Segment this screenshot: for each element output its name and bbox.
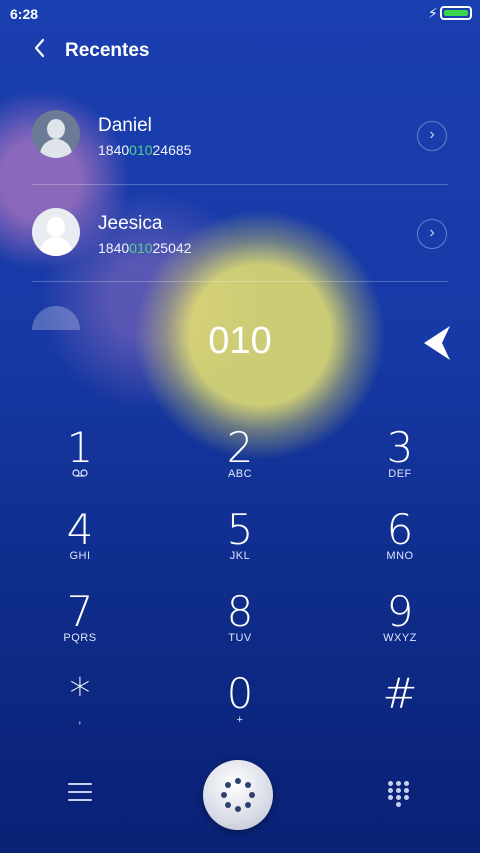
header: Recentes [0, 32, 480, 72]
key-digit: 4 [66, 505, 94, 554]
grid-dot [404, 781, 409, 786]
grid-dot [388, 795, 393, 800]
key-letters: DEF [388, 468, 412, 480]
key-digit: 8 [226, 587, 254, 636]
key-letters: TUV [228, 632, 252, 644]
key-5[interactable]: 5 JKL [180, 508, 300, 588]
backspace-arrow-icon[interactable] [420, 324, 456, 362]
avatar [32, 110, 80, 158]
dialpad-toggle-button[interactable] [203, 760, 273, 830]
key-digit: 0 [226, 669, 254, 718]
key-digit: 6 [386, 505, 414, 554]
key-7[interactable]: 7 PQRS [20, 590, 140, 670]
page-title: Recentes [65, 40, 150, 61]
key-8[interactable]: 8 TUV [180, 590, 300, 670]
key-letters: , [78, 714, 82, 726]
key-digit: * [69, 669, 91, 718]
key-1[interactable]: 1 [20, 426, 140, 506]
battery-level [444, 10, 468, 16]
grid-dot [396, 788, 401, 793]
key-2[interactable]: 2 ABC [180, 426, 300, 506]
key-letters: + [236, 714, 244, 726]
key-digit: 9 [386, 587, 414, 636]
grid-dot [404, 788, 409, 793]
dial-input[interactable]: 010 [0, 320, 480, 363]
contact-row-daniel[interactable]: Daniel 184001024685 › [0, 86, 480, 184]
key-letters: ABC [227, 468, 253, 480]
bottom-bar [0, 755, 480, 835]
key-digit: 7 [66, 587, 94, 636]
status-time: 6:28 [10, 6, 39, 22]
key-9[interactable]: 9 WXYZ [340, 590, 460, 670]
key-star[interactable]: *, [20, 672, 140, 752]
key-3[interactable]: 3 DEF [340, 426, 460, 506]
dialpad-icon [221, 778, 255, 812]
grid-dot [396, 802, 401, 807]
key-hash[interactable]: # [340, 672, 460, 752]
key-digit: 5 [226, 505, 254, 554]
key-4[interactable]: 4 GHI [20, 508, 140, 588]
avatar [32, 208, 80, 256]
contact-number: 184001025042 [98, 240, 192, 256]
key-letters: GHI [69, 550, 91, 562]
key-0[interactable]: 0 + [180, 672, 300, 752]
menu-icon[interactable] [68, 783, 92, 803]
battery-icon [440, 6, 472, 20]
contact-name: Jeesica [98, 213, 163, 234]
key-letters: WXYZ [383, 632, 417, 644]
contact-number: 184001024685 [98, 142, 192, 158]
key-letters: MNO [386, 550, 414, 562]
key-digit: 2 [226, 423, 254, 472]
key-digit: # [382, 669, 418, 718]
chevron-right-icon[interactable]: › [417, 219, 447, 249]
key-letters: JKL [229, 550, 251, 562]
grid-dot [388, 788, 393, 793]
key-letters: PQRS [63, 632, 97, 644]
keypad-grid-icon[interactable] [388, 781, 412, 809]
voicemail-icon [20, 468, 140, 480]
key-digit: 3 [386, 423, 414, 472]
grid-dot [404, 795, 409, 800]
grid-dot [388, 781, 393, 786]
contact-row-jeesica[interactable]: Jeesica 184001025042 › [0, 184, 480, 282]
contact-name: Daniel [98, 115, 152, 136]
grid-dot [396, 781, 401, 786]
divider [32, 281, 448, 282]
chevron-left-icon[interactable] [32, 37, 52, 65]
status-bar: 6:28 ⚡︎ [0, 0, 480, 28]
key-digit: 1 [66, 423, 94, 472]
grid-dot [396, 795, 401, 800]
key-6[interactable]: 6 MNO [340, 508, 460, 588]
charging-icon: ⚡︎ [428, 5, 438, 21]
chevron-right-icon[interactable]: › [417, 121, 447, 151]
